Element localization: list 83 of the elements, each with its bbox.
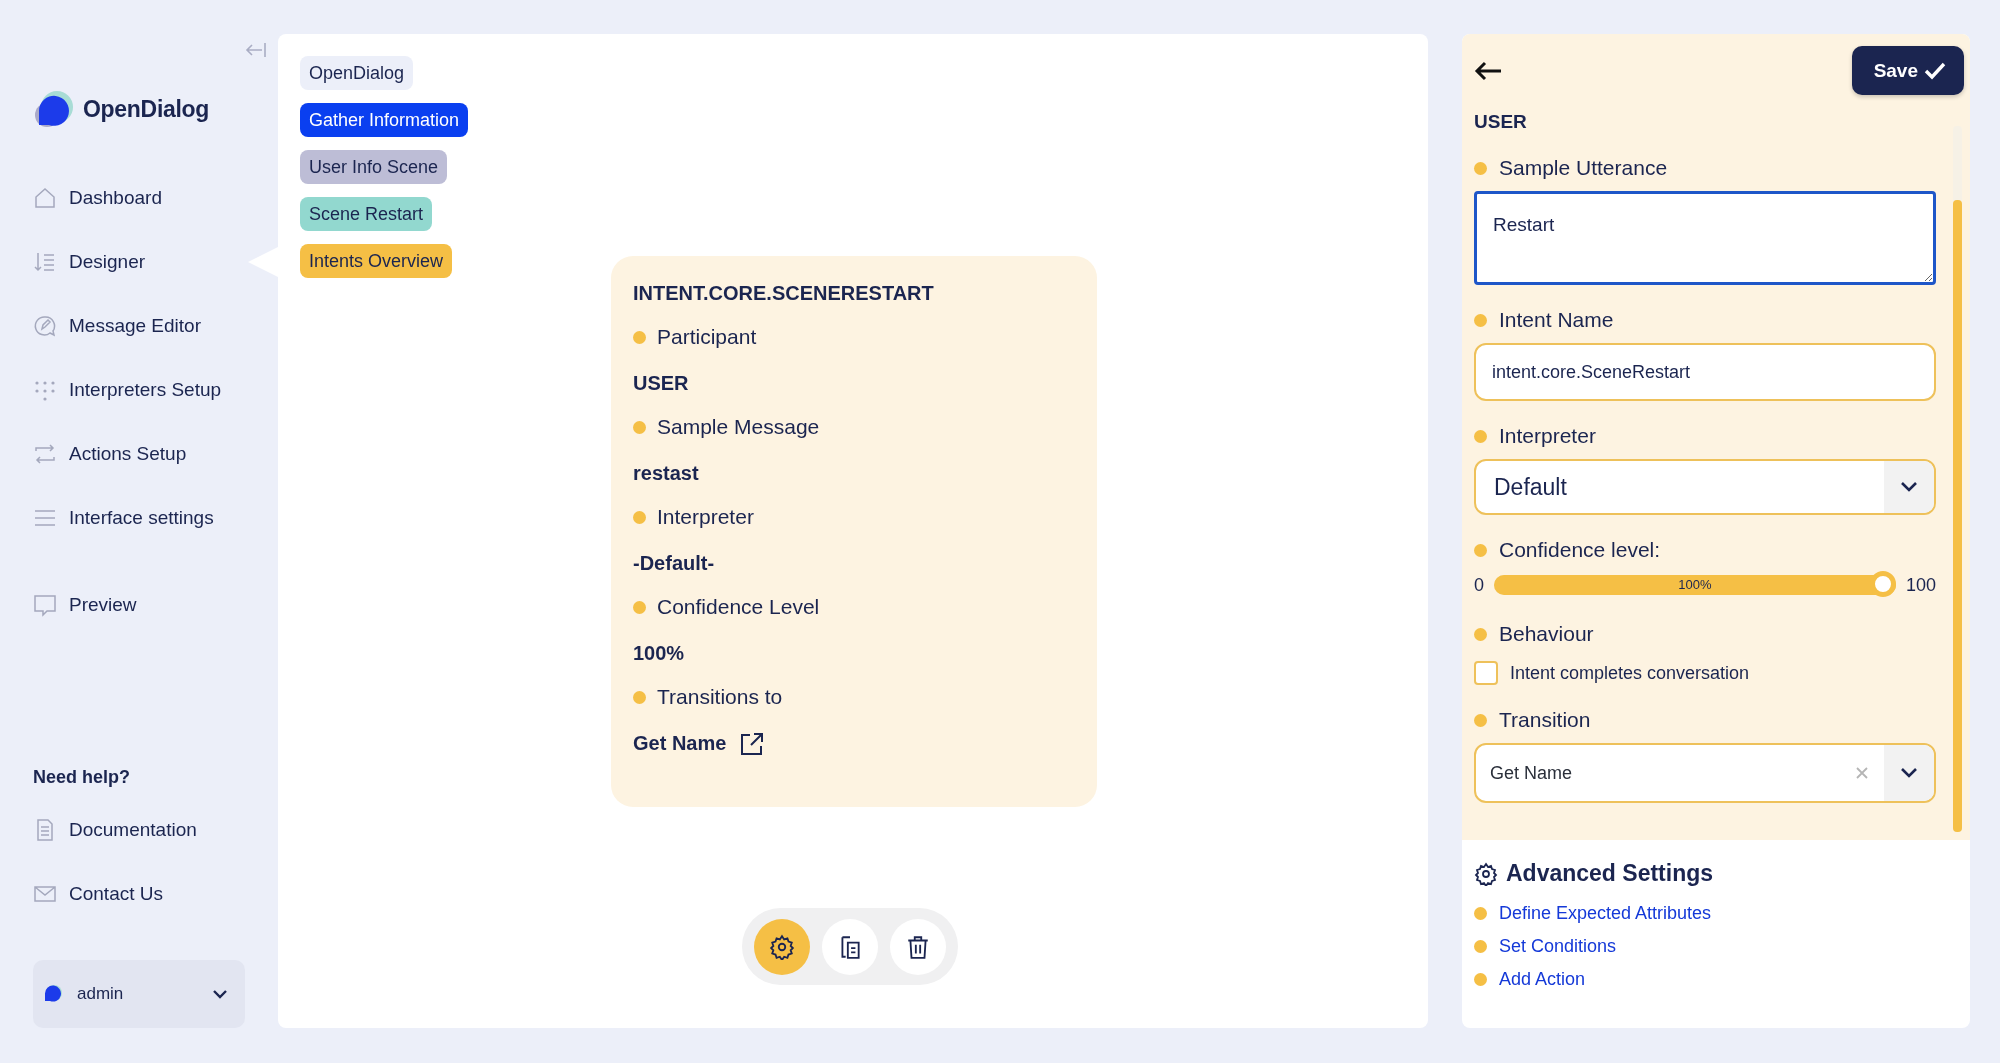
- field-label: Transitions to: [657, 684, 783, 710]
- intent-title: INTENT.CORE.SCENERESTART: [633, 281, 935, 306]
- intent-card[interactable]: INTENT.CORE.SCENERESTART Participant USER Sample Message restast Interpreter -Default- Confidence Level 100% Transitions to Get Name: [611, 256, 1097, 807]
- field-label: Behaviour: [1499, 621, 1594, 647]
- field-label: Sample Message: [657, 414, 820, 440]
- logo-text: OpenDialog: [83, 95, 210, 123]
- chevron-down-icon: [1901, 768, 1917, 778]
- field-label: Participant: [657, 324, 757, 350]
- nav-item[interactable]: Dashboard: [0, 178, 278, 218]
- nav-item[interactable]: Message Editor: [0, 306, 278, 346]
- checkbox-label[interactable]: Intent completes conversation: [1510, 662, 1750, 684]
- nav-item[interactable]: Preview: [0, 585, 278, 625]
- settings-button[interactable]: [754, 918, 810, 975]
- user-menu[interactable]: admin: [33, 960, 245, 1028]
- transition-link[interactable]: Get Name: [633, 730, 727, 756]
- bullet-dot: [1474, 973, 1487, 986]
- section-heading: Advanced Settings: [1506, 860, 1714, 887]
- bullet-dot: [633, 420, 646, 434]
- nav-item[interactable]: Interpreters Setup: [0, 370, 278, 410]
- bullet-dot: [1474, 313, 1487, 327]
- help-heading: Need help?: [33, 767, 131, 788]
- nav-item[interactable]: Interface settings: [0, 498, 278, 538]
- settings-link[interactable]: Set Conditions: [1499, 936, 1617, 957]
- breadcrumb-chip[interactable]: Scene Restart: [300, 197, 433, 231]
- bullet-dot: [1474, 543, 1487, 557]
- home-icon: [33, 186, 57, 210]
- bullet-dot: [1474, 907, 1487, 920]
- field-label: Interpreter: [1499, 423, 1596, 449]
- intent-name-field[interactable]: intent.core.SceneRestart: [1474, 343, 1936, 401]
- participant-label: USER: [1474, 111, 1528, 133]
- settings-icon: [1474, 861, 1498, 886]
- interpreter-select[interactable]: Default: [1474, 459, 1936, 515]
- swap-icon: [33, 442, 57, 466]
- help-link[interactable]: Contact Us: [0, 874, 278, 914]
- field-value: -Default-: [633, 551, 716, 576]
- breadcrumb-chip[interactable]: Intents Overview: [300, 244, 453, 278]
- bullet-dot: [633, 330, 646, 344]
- back-arrow-icon[interactable]: [1474, 60, 1502, 81]
- avatar-icon: [43, 984, 63, 1004]
- bullet-dot: [1474, 161, 1487, 175]
- bullet-dot: [633, 690, 646, 704]
- save-button[interactable]: Save: [1851, 46, 1964, 95]
- collapse-icon[interactable]: [244, 42, 266, 58]
- preview-icon: [33, 593, 57, 617]
- field-value: 100%: [633, 641, 686, 666]
- help-link[interactable]: Documentation: [0, 810, 278, 850]
- slider-reading: 100%: [1678, 577, 1712, 592]
- transition-select[interactable]: Get Name: [1474, 743, 1936, 803]
- nav-item[interactable]: Actions Setup: [0, 434, 278, 474]
- breadcrumb-chip[interactable]: Gather Information: [300, 103, 469, 137]
- gear-icon: [769, 933, 795, 960]
- field-label: Confidence level:: [1499, 537, 1661, 563]
- chevron-down-icon: [213, 989, 227, 999]
- field-label: Interpreter: [657, 504, 754, 530]
- field-label: Sample Utterance: [1499, 155, 1668, 181]
- delete-button[interactable]: [890, 918, 946, 975]
- slider-min: 0: [1474, 574, 1484, 596]
- settings-link[interactable]: Define Expected Attributes: [1499, 903, 1712, 924]
- message-icon: [33, 314, 57, 338]
- breadcrumb-chip[interactable]: OpenDialog: [300, 56, 414, 90]
- nav-item[interactable]: Designer: [0, 242, 278, 282]
- checkmark-icon: [1924, 61, 1946, 80]
- chevron-down-icon: [1901, 482, 1917, 492]
- bullet-dot: [1474, 940, 1487, 953]
- bullet-dot: [1474, 627, 1487, 641]
- settings-link[interactable]: Add Action: [1499, 969, 1586, 990]
- field-value: restast: [633, 461, 700, 486]
- bullet-dot: [1474, 429, 1487, 443]
- field-label: Intent Name: [1499, 307, 1614, 333]
- utterance-field[interactable]: Restart: [1474, 191, 1936, 285]
- field-label: Transition: [1499, 707, 1591, 733]
- designer-icon: [33, 250, 57, 274]
- field-label: Confidence Level: [657, 594, 820, 620]
- bullet-dot: [633, 510, 646, 524]
- bullet-dot: [633, 600, 646, 614]
- checkbox[interactable]: [1474, 661, 1498, 685]
- field-value: USER: [633, 371, 690, 396]
- clear-icon[interactable]: [1856, 767, 1868, 779]
- slider-max: 100: [1905, 574, 1936, 596]
- breadcrumb-chip[interactable]: User Info Scene: [300, 150, 448, 184]
- trash-icon: [905, 933, 931, 960]
- external-link-icon[interactable]: [740, 732, 765, 756]
- bullet-dot: [1474, 713, 1487, 727]
